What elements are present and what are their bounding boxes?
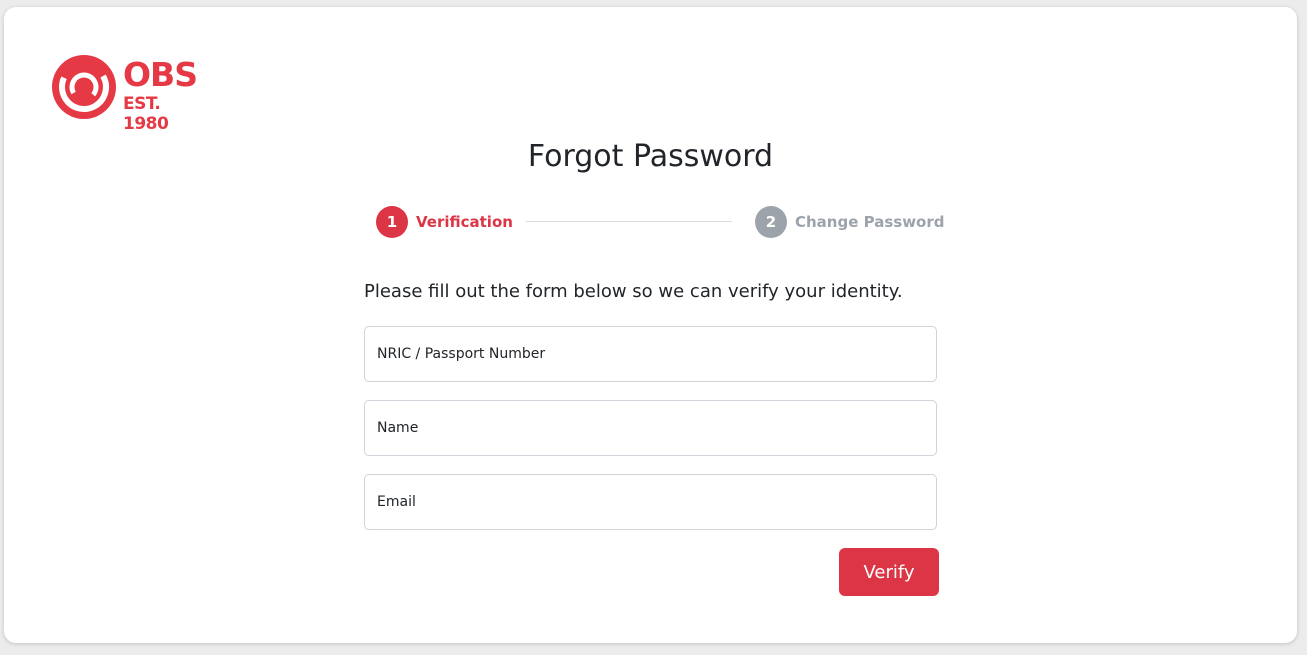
step-1-label: Verification [416,213,513,231]
step-2-number: 2 [755,206,787,238]
logo-brand-name: OBS [123,55,198,94]
page-title: Forgot Password [527,139,774,174]
instructions-text: Please fill out the form below so we can… [364,281,903,302]
obs-logo: OBS EST. 1980 [51,54,211,134]
verify-button[interactable]: Verify [839,548,939,596]
nric-passport-input[interactable] [364,326,937,382]
forgot-password-card: OBS EST. 1980 Forgot Password 1 Verifica… [4,7,1297,643]
step-connector-line [526,221,732,222]
step-2-label: Change Password [795,213,945,231]
step-1-number: 1 [376,206,408,238]
email-input[interactable] [364,474,937,530]
logo-tagline: EST. 1980 [123,94,169,134]
name-input[interactable] [364,400,937,456]
obs-logo-mark-icon [52,55,116,119]
progress-stepper: 1 Verification 2 Change Password [376,206,945,238]
